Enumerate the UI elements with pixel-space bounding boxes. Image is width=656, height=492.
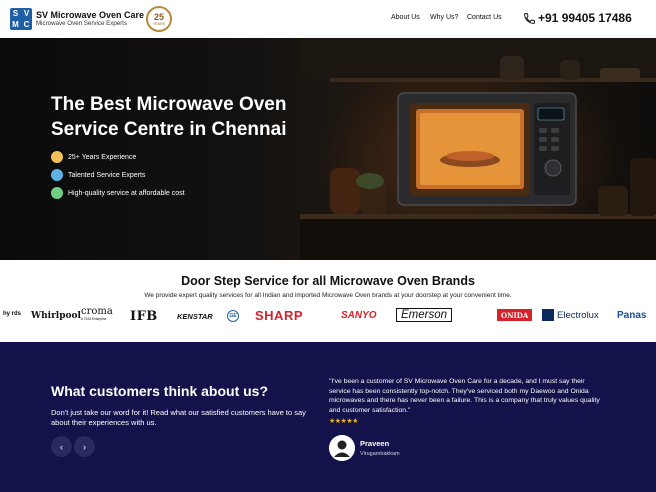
badge-number: 25 bbox=[153, 11, 164, 22]
logo-letter: V bbox=[23, 9, 30, 18]
years-badge: 25 YEARS bbox=[146, 6, 172, 32]
feature-item: Talented Service Experts bbox=[51, 169, 145, 181]
testimonials-section: What customers think about us? Don't jus… bbox=[0, 342, 656, 492]
brand-logo-partial: hy rds bbox=[3, 311, 22, 317]
logo-letter: M bbox=[12, 20, 19, 29]
expert-icon bbox=[51, 169, 63, 181]
brand-logo-ifb: IFB bbox=[130, 309, 158, 324]
next-testimonial-button[interactable]: › bbox=[74, 436, 95, 457]
star-rating: ★★★★★ bbox=[329, 418, 358, 425]
phone-icon bbox=[524, 13, 535, 24]
testimonials-description: Don't just take our word for it! Read wh… bbox=[51, 408, 306, 427]
brand-logo-sanyo: SANYO bbox=[341, 310, 377, 321]
nav-about-us[interactable]: About Us bbox=[391, 14, 420, 21]
nav-contact-us[interactable]: Contact Us bbox=[467, 14, 502, 21]
testimonial-quote: "I've been a customer of SV Microwave Ov… bbox=[329, 378, 600, 414]
brand-name[interactable]: SV Microwave Oven Care bbox=[36, 10, 144, 20]
brand-logo[interactable]: S V M C bbox=[10, 8, 32, 30]
nav-why-us[interactable]: Why Us? bbox=[430, 14, 458, 21]
brand-logo-panasonic: Panas bbox=[617, 310, 647, 321]
hero-microwave-image bbox=[300, 38, 656, 260]
brand-logo-ge: GE bbox=[227, 310, 239, 322]
reviewer-name: Praveen bbox=[360, 439, 390, 448]
feature-text: Talented Service Experts bbox=[68, 171, 146, 179]
croma-wordmark: croma bbox=[81, 306, 113, 317]
avatar bbox=[329, 435, 355, 461]
brands-subtitle: We provide expert quality services for a… bbox=[144, 292, 512, 299]
electrolux-mark-icon bbox=[542, 309, 554, 321]
feature-text: 25+ Years Experience bbox=[68, 153, 137, 161]
brand-logo-onida: ONIDA bbox=[497, 309, 533, 321]
brand-logo-sharp: SHARP bbox=[255, 308, 304, 323]
brand-logo-electrolux: Electrolux bbox=[542, 309, 599, 321]
croma-tagline: A TATA Enterprise bbox=[81, 317, 107, 321]
phone-number-link[interactable]: +91 99405 17486 bbox=[538, 11, 632, 25]
brand-tagline: Microwave Oven Service Experts bbox=[36, 20, 128, 27]
brand-logo-emerson: Emerson bbox=[396, 308, 453, 322]
logo-letter: C bbox=[23, 20, 30, 29]
feature-item: High-quality service at affordable cost bbox=[51, 187, 185, 199]
brand-logo-kenstar: KENSTAR bbox=[177, 312, 213, 321]
chevron-left-icon: ‹ bbox=[60, 441, 63, 452]
logo-letter: S bbox=[12, 9, 19, 18]
badge-label: YEARS bbox=[153, 21, 165, 26]
brand-logo-whirlpool: Whirlpool bbox=[31, 311, 81, 321]
testimonials-heading: What customers think about us? bbox=[51, 383, 269, 399]
quality-icon bbox=[51, 187, 63, 199]
feature-item: 25+ Years Experience bbox=[51, 151, 136, 163]
reviewer-location: Virugambakkam bbox=[360, 451, 400, 457]
site-header: S V M C SV Microwave Oven Care Microwave… bbox=[0, 0, 656, 38]
brands-heading: Door Step Service for all Microwave Oven… bbox=[181, 274, 475, 288]
prev-testimonial-button[interactable]: ‹ bbox=[51, 436, 72, 457]
feature-text: High-quality service at affordable cost bbox=[68, 189, 185, 197]
electrolux-wordmark: Electrolux bbox=[557, 309, 599, 321]
experience-icon bbox=[51, 151, 63, 163]
chevron-right-icon: › bbox=[83, 441, 86, 452]
brands-section: Door Step Service for all Microwave Oven… bbox=[0, 260, 656, 342]
brand-logo-croma: croma A TATA Enterprise bbox=[81, 306, 113, 322]
user-icon bbox=[329, 435, 355, 461]
hero-title: The Best Microwave Oven Service Centre i… bbox=[51, 94, 287, 140]
hero-banner: The Best Microwave Oven Service Centre i… bbox=[0, 38, 656, 260]
